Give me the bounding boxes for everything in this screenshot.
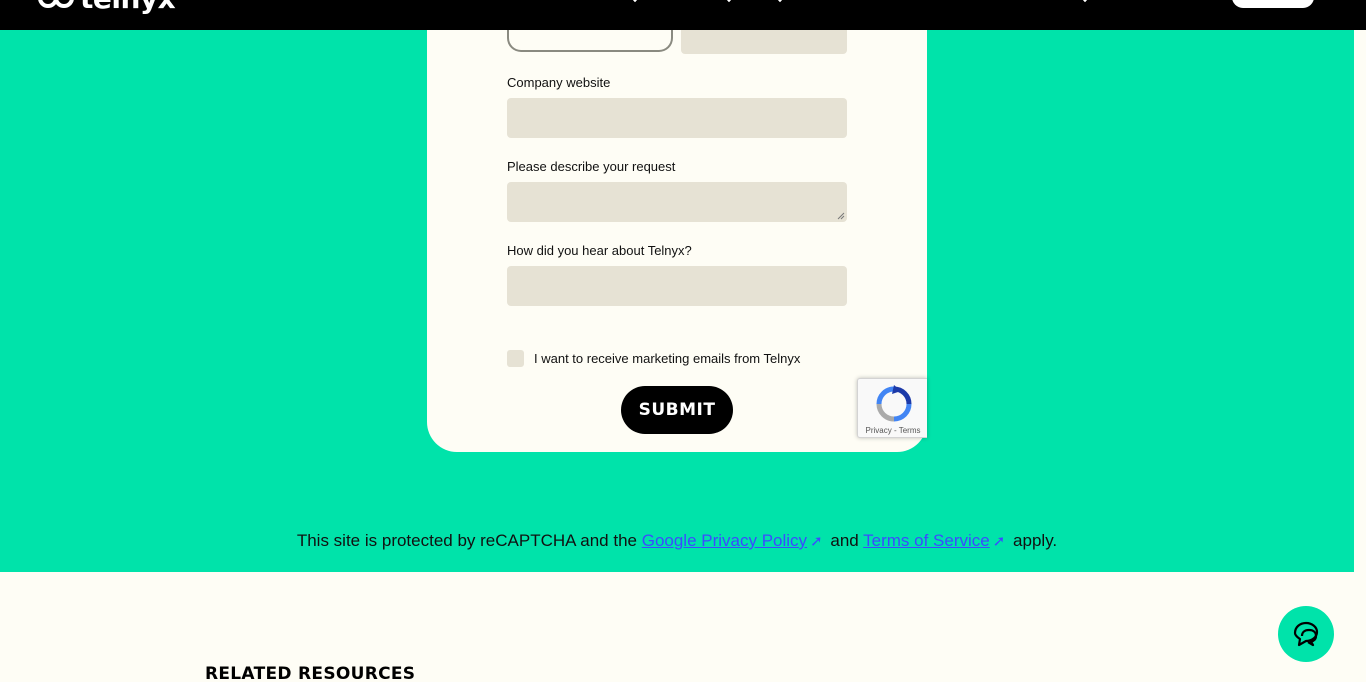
recaptcha-notice: This site is protected by reCAPTCHA and … [0,531,1354,551]
marketing-consent-label: I want to receive marketing emails from … [534,351,801,366]
chat-bubbles-icon [1293,621,1319,647]
recaptcha-links: Privacy - Terms [858,426,928,435]
request-description-label: Please describe your request [507,159,676,174]
logo-text: telnyx [80,0,176,13]
top-navigation-bar: telnyx [0,0,1366,30]
google-privacy-policy-link[interactable]: Google Privacy Policy [642,531,807,550]
company-website-label: Company website [507,75,611,90]
marketing-consent-checkbox[interactable] [507,350,524,367]
nav-dropdown-chevron-icon[interactable] [721,0,737,3]
notice-prefix: This site is protected by reCAPTCHA and … [296,531,642,550]
request-description-textarea[interactable] [507,182,847,222]
submit-button[interactable]: SUBMIT [621,386,733,434]
recaptcha-privacy-link[interactable]: Privacy [866,426,892,435]
scrollbar-gutter[interactable] [1354,30,1366,682]
terms-of-service-link[interactable]: Terms of Service [863,531,990,550]
recaptcha-logo-icon [876,385,912,422]
external-link-arrow-icon: ➚ [992,533,1006,550]
related-resources-heading: RELATED RESOURCES [205,664,416,682]
marketing-consent-row: I want to receive marketing emails from … [507,350,800,367]
notice-suffix: apply. [1008,531,1058,550]
chat-launcher-button[interactable] [1278,606,1334,662]
contact-form-section: Company website Please describe your req… [0,10,1354,572]
search-icon[interactable] [1077,0,1093,3]
notice-conjunction: and [825,531,864,550]
telnyx-logo[interactable]: telnyx [38,0,176,13]
hear-about-input[interactable] [507,266,847,306]
recaptcha-terms-link[interactable]: Terms [899,426,921,435]
company-website-input[interactable] [507,98,847,138]
hear-about-label: How did you hear about Telnyx? [507,243,692,258]
nav-dropdown-chevron-icon[interactable] [772,0,788,3]
telnyx-logo-icon [38,0,74,8]
resize-handle-icon[interactable] [837,212,845,220]
recaptcha-separator: - [891,426,899,435]
contact-form-card: Company website Please describe your req… [427,10,927,452]
header-cta-button[interactable] [1232,0,1314,8]
recaptcha-badge[interactable]: Privacy - Terms [857,378,927,438]
external-link-arrow-icon: ➚ [810,533,823,550]
nav-dropdown-chevron-icon[interactable] [627,0,643,3]
